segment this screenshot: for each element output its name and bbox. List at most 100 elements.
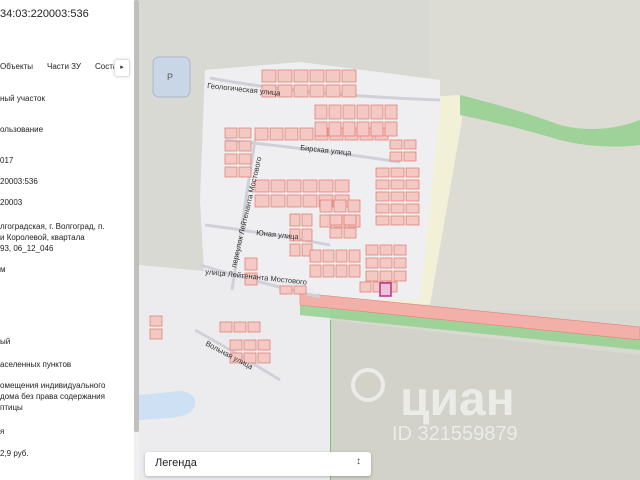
land-parcel[interactable]: [229, 339, 243, 351]
land-parcel[interactable]: [405, 191, 420, 202]
land-parcel[interactable]: [390, 215, 405, 226]
land-parcel[interactable]: [302, 179, 318, 193]
land-parcel[interactable]: [270, 194, 286, 208]
land-parcel[interactable]: [286, 194, 302, 208]
land-parcel[interactable]: [219, 321, 233, 333]
land-parcel[interactable]: [325, 84, 341, 98]
land-parcel[interactable]: [356, 104, 370, 120]
land-parcel[interactable]: [301, 213, 313, 227]
land-parcel[interactable]: [328, 104, 342, 120]
land-parcel[interactable]: [286, 179, 302, 193]
land-parcel[interactable]: [333, 199, 347, 213]
land-parcel[interactable]: [149, 315, 163, 327]
land-parcel[interactable]: [375, 167, 390, 178]
land-parcel[interactable]: [393, 244, 407, 256]
land-parcel[interactable]: [149, 328, 163, 340]
tab-land-parts[interactable]: Части ЗУ: [47, 62, 81, 71]
land-parcel[interactable]: [319, 199, 333, 213]
land-parcel[interactable]: [254, 127, 269, 141]
land-parcel[interactable]: [341, 69, 357, 83]
land-parcel[interactable]: [335, 249, 348, 263]
land-parcel[interactable]: [341, 84, 357, 98]
land-parcel[interactable]: [375, 191, 390, 202]
land-parcel[interactable]: [261, 69, 277, 83]
land-parcel[interactable]: [233, 321, 247, 333]
land-parcel[interactable]: [238, 153, 252, 165]
land-parcel[interactable]: [405, 215, 420, 226]
land-parcel[interactable]: [314, 104, 328, 120]
land-parcel[interactable]: [393, 270, 407, 282]
land-parcel[interactable]: [328, 121, 342, 137]
land-parcel[interactable]: [379, 257, 393, 269]
land-parcel[interactable]: [301, 228, 313, 242]
land-parcel[interactable]: [289, 213, 301, 227]
land-parcel[interactable]: [405, 179, 420, 190]
land-parcel[interactable]: [375, 203, 390, 214]
land-parcel[interactable]: [370, 104, 384, 120]
land-parcel[interactable]: [379, 270, 393, 282]
land-parcel[interactable]: [365, 257, 379, 269]
land-parcel[interactable]: [356, 121, 370, 137]
selected-parcel[interactable]: [379, 282, 392, 297]
land-parcel[interactable]: [289, 243, 301, 257]
land-parcel[interactable]: [257, 339, 271, 351]
tab-objects[interactable]: Объекты: [0, 62, 33, 71]
land-parcel[interactable]: [334, 179, 350, 193]
land-parcel[interactable]: [375, 179, 390, 190]
tabs-next-button[interactable]: ▸: [114, 59, 130, 77]
land-parcel[interactable]: [270, 179, 286, 193]
land-parcel[interactable]: [365, 244, 379, 256]
land-parcel[interactable]: [343, 214, 357, 226]
land-parcel[interactable]: [390, 203, 405, 214]
land-parcel[interactable]: [347, 199, 361, 213]
land-parcel[interactable]: [279, 285, 293, 295]
land-parcel[interactable]: [284, 127, 299, 141]
legend-select[interactable]: Легенда ↕: [145, 452, 371, 476]
land-parcel[interactable]: [342, 104, 356, 120]
land-parcel[interactable]: [370, 121, 384, 137]
land-parcel[interactable]: [393, 257, 407, 269]
land-parcel[interactable]: [224, 153, 238, 165]
land-parcel[interactable]: [379, 244, 393, 256]
map-canvas[interactable]: P Геологическая улица Бирская улица Юная…: [139, 0, 640, 480]
land-parcel[interactable]: [257, 352, 271, 364]
land-parcel[interactable]: [277, 69, 293, 83]
land-parcel[interactable]: [299, 127, 314, 141]
land-parcel[interactable]: [309, 84, 325, 98]
land-parcel[interactable]: [318, 179, 334, 193]
land-parcel[interactable]: [322, 264, 335, 278]
land-parcel[interactable]: [309, 249, 322, 263]
land-parcel[interactable]: [405, 203, 420, 214]
land-parcel[interactable]: [293, 285, 307, 295]
land-parcel[interactable]: [322, 249, 335, 263]
land-parcel[interactable]: [247, 321, 261, 333]
land-parcel[interactable]: [403, 139, 417, 150]
land-parcel[interactable]: [325, 69, 341, 83]
land-parcel[interactable]: [238, 140, 252, 152]
cadastral-map[interactable]: P Геологическая улица Бирская улица Юная…: [139, 0, 640, 480]
land-parcel[interactable]: [390, 191, 405, 202]
land-parcel[interactable]: [269, 127, 284, 141]
land-parcel[interactable]: [405, 167, 420, 178]
land-parcel[interactable]: [389, 139, 403, 150]
land-parcel[interactable]: [384, 104, 398, 120]
land-parcel[interactable]: [329, 227, 343, 239]
land-parcel[interactable]: [342, 121, 356, 137]
land-parcel[interactable]: [244, 257, 258, 271]
land-parcel[interactable]: [224, 127, 238, 139]
land-parcel[interactable]: [293, 69, 309, 83]
land-parcel[interactable]: [348, 249, 361, 263]
land-parcel[interactable]: [343, 227, 357, 239]
land-parcel[interactable]: [390, 179, 405, 190]
land-parcel[interactable]: [359, 281, 372, 293]
land-parcel[interactable]: [254, 194, 270, 208]
land-parcel[interactable]: [365, 270, 379, 282]
land-parcel[interactable]: [329, 214, 343, 226]
land-parcel[interactable]: [309, 69, 325, 83]
land-parcel[interactable]: [390, 167, 405, 178]
land-parcel[interactable]: [302, 194, 318, 208]
land-parcel[interactable]: [375, 215, 390, 226]
land-parcel[interactable]: [238, 127, 252, 139]
land-parcel[interactable]: [389, 151, 403, 162]
land-parcel[interactable]: [293, 84, 309, 98]
